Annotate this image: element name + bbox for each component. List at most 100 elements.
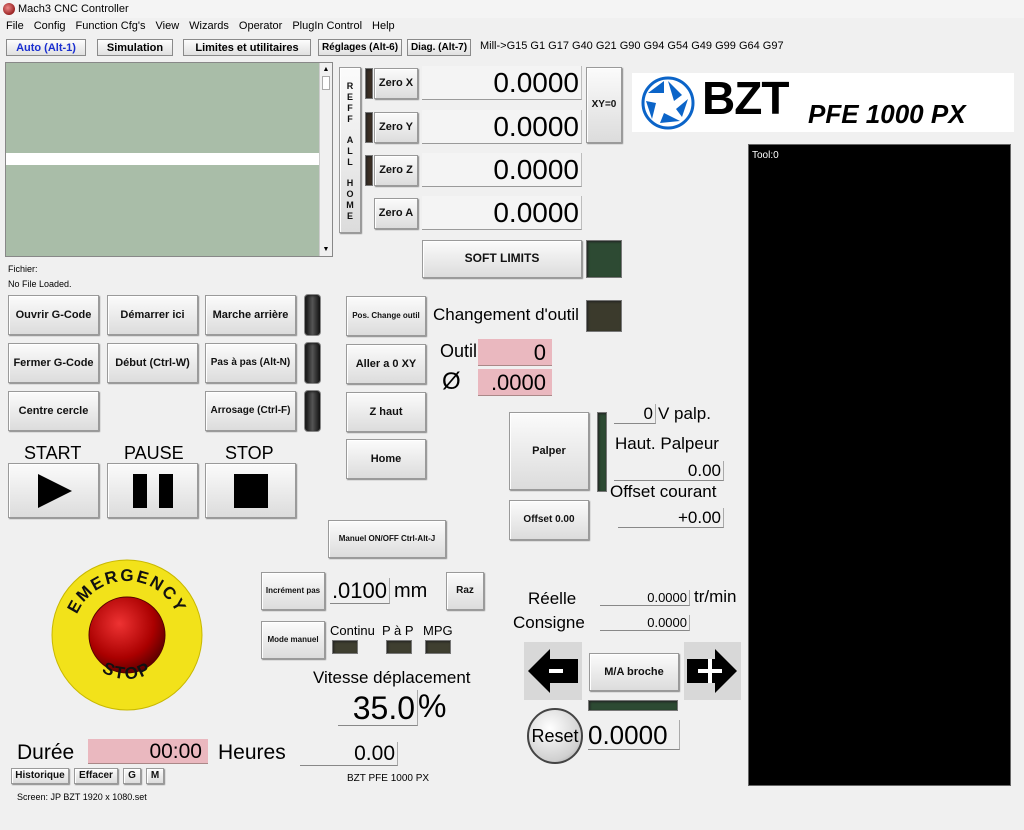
open-gcode-button[interactable]: Ouvrir G-Code xyxy=(8,295,99,335)
goto-zero-xy-button[interactable]: Aller a 0 XY xyxy=(346,344,426,384)
single-step-button[interactable]: Pas à pas (Alt-N) xyxy=(205,343,296,383)
diameter-icon: Ø xyxy=(442,368,461,395)
m-codes-button[interactable]: M xyxy=(146,768,164,784)
toolpath-display[interactable]: Tool:0 xyxy=(748,144,1011,786)
coolant-button[interactable]: Arrosage (Ctrl-F) xyxy=(205,391,296,431)
increment-value[interactable]: .0100 xyxy=(330,578,390,604)
ref-letter: R xyxy=(346,80,354,91)
soft-limits-button[interactable]: SOFT LIMITS xyxy=(422,240,582,278)
probe-voltage-label: V palp. xyxy=(658,404,711,423)
app-icon xyxy=(3,3,15,15)
manual-toggle-button[interactable]: Manuel ON/OFF Ctrl-Alt-J xyxy=(328,520,446,558)
stop-label: STOP xyxy=(225,443,274,463)
brand-logo: BZT PFE 1000 PX xyxy=(632,72,1014,132)
emergency-stop-button[interactable]: EMERGENCY STOP xyxy=(51,559,203,711)
center-circle-button[interactable]: Centre cercle xyxy=(8,391,99,431)
tab-diag[interactable]: Diag. (Alt-7) xyxy=(407,39,471,56)
ref-letter: F xyxy=(347,102,353,113)
pause-label: PAUSE xyxy=(124,443,184,463)
ref-letter: H xyxy=(346,177,354,188)
menu-operator[interactable]: Operator xyxy=(239,20,282,32)
scroll-up-icon[interactable]: ▲ xyxy=(320,63,332,76)
file-name: No File Loaded. xyxy=(8,279,72,289)
spindle-speed-up-button[interactable] xyxy=(684,642,741,700)
home-button[interactable]: Home xyxy=(346,439,426,479)
jog-continuous-led xyxy=(332,640,358,654)
x-dro[interactable]: 0.0000 xyxy=(422,66,582,100)
jog-speed-label: Vitesse déplacement xyxy=(313,668,471,687)
tool-number-field[interactable]: 0 xyxy=(478,339,552,366)
increment-unit: mm xyxy=(394,580,428,602)
menu-plugin-control[interactable]: PlugIn Control xyxy=(292,20,362,32)
history-button[interactable]: Historique xyxy=(11,768,69,784)
menu-view[interactable]: View xyxy=(156,20,180,32)
duration-value: 00:00 xyxy=(88,739,208,764)
y-dro[interactable]: 0.0000 xyxy=(422,110,582,144)
a-dro[interactable]: 0.0000 xyxy=(422,196,582,230)
y-ref-led xyxy=(365,112,373,143)
spindle-set-value[interactable]: 0.0000 xyxy=(600,615,690,631)
spindle-reset-button[interactable]: Reset xyxy=(527,708,583,764)
menu-function-cfgs[interactable]: Function Cfg's xyxy=(76,20,146,32)
tab-limits[interactable]: Limites et utilitaires xyxy=(183,39,311,56)
tool-change-position-button[interactable]: Pos. Change outil xyxy=(346,296,426,336)
gcode-current-line xyxy=(6,153,320,165)
zero-z-button[interactable]: Zero Z xyxy=(374,155,418,186)
start-here-button[interactable]: Démarrer ici xyxy=(107,295,198,335)
close-gcode-button[interactable]: Fermer G-Code xyxy=(8,343,99,383)
tool-indicator: Tool:0 xyxy=(752,150,779,161)
tool-diameter-field[interactable]: .0000 xyxy=(478,369,552,396)
z-ref-led xyxy=(365,155,373,186)
gcode-display[interactable]: ▲ ▼ xyxy=(5,62,333,257)
scroll-thumb[interactable] xyxy=(322,76,330,90)
spindle-override-value[interactable]: 0.0000 xyxy=(588,720,680,750)
zero-a-button[interactable]: Zero A xyxy=(374,198,418,229)
tool-change-label: Changement d'outil xyxy=(433,305,579,324)
xy-zero-button[interactable]: XY=0 xyxy=(586,67,622,143)
probe-button[interactable]: Palper xyxy=(509,412,589,490)
z-up-button[interactable]: Z haut xyxy=(346,392,426,432)
menu-wizards[interactable]: Wizards xyxy=(189,20,229,32)
spindle-real-value: 0.0000 xyxy=(600,590,690,606)
zero-x-button[interactable]: Zero X xyxy=(374,68,418,99)
start-label: START xyxy=(24,443,82,463)
stop-button[interactable] xyxy=(205,463,296,518)
menu-help[interactable]: Help xyxy=(372,20,395,32)
ref-letter: L xyxy=(347,156,353,167)
title-bar: Mach3 CNC Controller xyxy=(0,0,1024,18)
spindle-speed-down-button[interactable] xyxy=(524,642,582,700)
reverse-run-button[interactable]: Marche arrière xyxy=(205,295,296,335)
scroll-down-icon[interactable]: ▼ xyxy=(320,243,332,256)
spindle-toggle-button[interactable]: M/A broche xyxy=(589,653,679,691)
current-offset-label: Offset courant xyxy=(610,482,717,501)
increment-reset-button[interactable]: Raz xyxy=(446,572,484,610)
emergency-stop-icon: EMERGENCY STOP xyxy=(51,559,203,711)
jog-speed-unit: % xyxy=(418,688,447,724)
ref-all-home-button[interactable]: REFFALLHOME xyxy=(339,67,361,233)
probe-voltage-value[interactable]: 0 xyxy=(614,404,656,424)
ref-letter: O xyxy=(346,188,354,199)
menu-file[interactable]: File xyxy=(6,20,24,32)
rewind-button[interactable]: Début (Ctrl-W) xyxy=(107,343,198,383)
start-button[interactable] xyxy=(8,463,99,518)
tab-auto[interactable]: Auto (Alt-1) xyxy=(6,39,86,56)
pause-button[interactable] xyxy=(107,463,198,518)
probe-height-value[interactable]: 0.00 xyxy=(614,461,724,481)
tab-simulation[interactable]: Simulation xyxy=(97,39,173,56)
clear-button[interactable]: Effacer xyxy=(74,768,118,784)
spindle-led xyxy=(588,700,678,711)
current-offset-value[interactable]: +0.00 xyxy=(618,508,724,528)
coolant-led xyxy=(304,390,321,432)
menu-config[interactable]: Config xyxy=(34,20,66,32)
increment-step-button[interactable]: Incrément pas xyxy=(261,572,325,610)
spindle-real-unit: tr/min xyxy=(694,587,737,606)
jog-speed-value[interactable]: 35.0 xyxy=(338,690,418,726)
zero-y-button[interactable]: Zero Y xyxy=(374,112,418,143)
g-codes-button[interactable]: G xyxy=(123,768,141,784)
offset-zero-button[interactable]: Offset 0.00 xyxy=(509,500,589,540)
gcode-scrollbar[interactable]: ▲ ▼ xyxy=(319,63,332,256)
z-dro[interactable]: 0.0000 xyxy=(422,153,582,187)
tab-settings[interactable]: Réglages (Alt-6) xyxy=(318,39,402,56)
reverse-run-led xyxy=(304,294,321,336)
jog-mode-button[interactable]: Mode manuel xyxy=(261,621,325,659)
